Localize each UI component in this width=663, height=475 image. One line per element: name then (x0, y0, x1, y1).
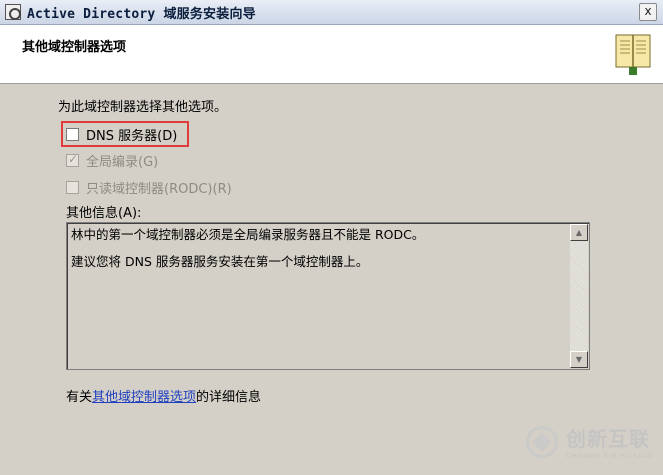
global-catalog-label: 全局编录(G) (86, 155, 159, 170)
global-catalog-checkbox: ✓ (66, 152, 79, 167)
info-line: 林中的第一个域控制器必须是全局编录服务器且不能是 RODC。 (71, 227, 425, 242)
intro-text: 为此域控制器选择其他选项。 (58, 100, 228, 115)
vertical-scrollbar[interactable]: ▲ ▼ (570, 224, 588, 368)
watermark-subtitle: CHUANG XIN HU LIAN (566, 452, 653, 460)
wizard-header: 其他域控制器选项 (0, 25, 663, 84)
dns-server-label: DNS 服务器(D) (86, 129, 178, 144)
window-title: Active Directory 域服务安装向导 (27, 6, 256, 22)
more-options-link[interactable]: 其他域控制器选项 (92, 390, 196, 405)
info-label: 其他信息(A): (66, 206, 142, 221)
global-catalog-option: ✓ 全局编录(G) (66, 151, 158, 170)
wizard-content: 为此域控制器选择其他选项。 DNS 服务器(D) ✓ 全局编录(G) 只读域控制… (0, 85, 663, 475)
rodc-option: 只读域控制器(RODC)(R) (66, 178, 232, 197)
info-line: 建议您将 DNS 服务器服务安装在第一个域控制器上。 (71, 254, 369, 269)
rodc-checkbox (66, 181, 79, 194)
scroll-up-button[interactable]: ▲ (570, 224, 588, 241)
close-button[interactable]: x (639, 3, 657, 21)
check-icon: ✓ (68, 152, 79, 166)
rodc-label: 只读域控制器(RODC)(R) (86, 182, 232, 197)
book-icon (615, 34, 651, 75)
title-bar: Active Directory 域服务安装向导 x (0, 0, 663, 25)
watermark-logo-icon (526, 425, 558, 458)
info-textbox[interactable]: 林中的第一个域控制器必须是全局编录服务器且不能是 RODC。 建议您将 DNS … (66, 222, 590, 370)
watermark-name: 创新互联 (566, 427, 650, 451)
scroll-down-button[interactable]: ▼ (570, 351, 588, 368)
info-text: 林中的第一个域控制器必须是全局编录服务器且不能是 RODC。 建议您将 DNS … (71, 226, 563, 280)
dns-server-option[interactable]: DNS 服务器(D) (66, 125, 177, 144)
footer-prefix: 有关 (66, 390, 93, 405)
footer-suffix: 的详细信息 (196, 390, 262, 405)
watermark: 创新互联 CHUANG XIN HU LIAN (526, 423, 653, 460)
dns-server-checkbox[interactable] (66, 128, 79, 141)
app-icon (5, 4, 21, 20)
footer-help: 有关其他域控制器选项的详细信息 (66, 386, 261, 405)
page-title: 其他域控制器选项 (22, 40, 127, 55)
